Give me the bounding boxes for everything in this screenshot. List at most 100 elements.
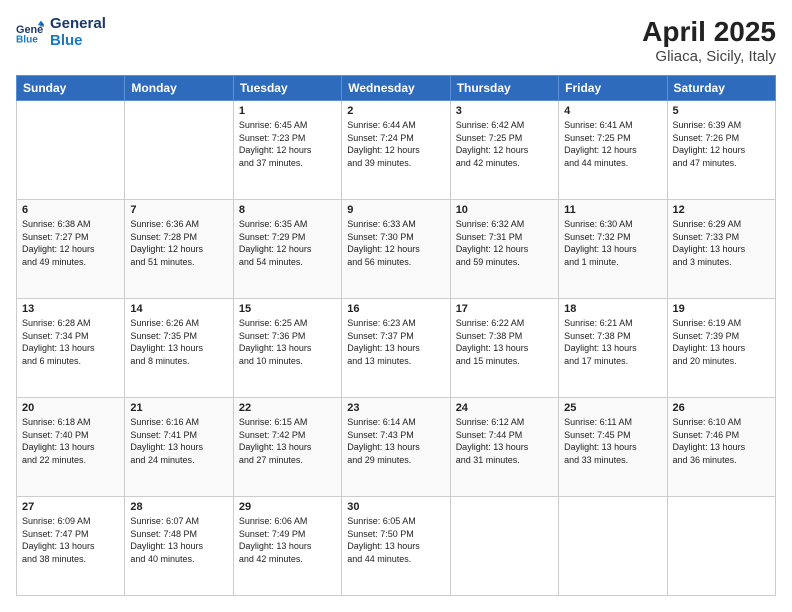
calendar-cell: 19Sunrise: 6:19 AM Sunset: 7:39 PM Dayli… bbox=[667, 299, 775, 398]
calendar-table: SundayMondayTuesdayWednesdayThursdayFrid… bbox=[16, 75, 776, 596]
calendar-week-row: 1 Sunrise: 6:45 AM Sunset: 7:23 PM Daylig… bbox=[17, 101, 776, 200]
day-info: Sunrise: 6:41 AM Sunset: 7:25 PM Dayligh… bbox=[564, 119, 661, 169]
day-info: Sunrise: 6:32 AM Sunset: 7:31 PM Dayligh… bbox=[456, 218, 553, 268]
calendar-cell: 11 Sunrise: 6:30 AM Sunset: 7:32 PM Dayli… bbox=[559, 200, 667, 299]
calendar-cell: 23Sunrise: 6:14 AM Sunset: 7:43 PM Dayli… bbox=[342, 398, 450, 497]
day-number: 14 bbox=[130, 303, 227, 315]
day-info: Sunrise: 6:42 AM Sunset: 7:25 PM Dayligh… bbox=[456, 119, 553, 169]
day-number: 24 bbox=[456, 402, 553, 414]
day-info: Sunrise: 6:05 AM Sunset: 7:50 PM Dayligh… bbox=[347, 515, 444, 565]
day-info: Sunrise: 6:12 AM Sunset: 7:44 PM Dayligh… bbox=[456, 416, 553, 466]
day-info: Sunrise: 6:07 AM Sunset: 7:48 PM Dayligh… bbox=[130, 515, 227, 565]
calendar-cell: 25Sunrise: 6:11 AM Sunset: 7:45 PM Dayli… bbox=[559, 398, 667, 497]
main-title: April 2025 bbox=[642, 16, 776, 48]
day-info: Sunrise: 6:30 AM Sunset: 7:32 PM Dayligh… bbox=[564, 218, 661, 268]
title-block: April 2025 Gliaca, Sicily, Italy bbox=[642, 16, 776, 65]
day-info: Sunrise: 6:39 AM Sunset: 7:26 PM Dayligh… bbox=[673, 119, 770, 169]
calendar-cell: 20Sunrise: 6:18 AM Sunset: 7:40 PM Dayli… bbox=[17, 398, 125, 497]
day-number: 7 bbox=[130, 204, 227, 216]
day-number: 15 bbox=[239, 303, 336, 315]
calendar-cell: 29 Sunrise: 6:06 AM Sunset: 7:49 PM Dayli… bbox=[233, 497, 341, 596]
calendar-cell: 21 Sunrise: 6:16 AM Sunset: 7:41 PM Dayli… bbox=[125, 398, 233, 497]
calendar-cell: 1 Sunrise: 6:45 AM Sunset: 7:23 PM Daylig… bbox=[233, 101, 341, 200]
calendar-cell bbox=[559, 497, 667, 596]
calendar-cell bbox=[125, 101, 233, 200]
calendar-cell: 26 Sunrise: 6:10 AM Sunset: 7:46 PM Dayli… bbox=[667, 398, 775, 497]
calendar-cell: 7 Sunrise: 6:36 AM Sunset: 7:28 PM Daylig… bbox=[125, 200, 233, 299]
day-number: 6 bbox=[22, 204, 119, 216]
calendar-cell bbox=[17, 101, 125, 200]
logo-icon: General Blue bbox=[16, 19, 44, 47]
calendar-cell: 10 Sunrise: 6:32 AM Sunset: 7:31 PM Dayli… bbox=[450, 200, 558, 299]
day-info: Sunrise: 6:06 AM Sunset: 7:49 PM Dayligh… bbox=[239, 515, 336, 565]
day-number: 2 bbox=[347, 105, 444, 117]
calendar-cell: 14 Sunrise: 6:26 AM Sunset: 7:35 PM Dayli… bbox=[125, 299, 233, 398]
calendar-cell: 30Sunrise: 6:05 AM Sunset: 7:50 PM Dayli… bbox=[342, 497, 450, 596]
day-number: 21 bbox=[130, 402, 227, 414]
day-info: Sunrise: 6:45 AM Sunset: 7:23 PM Dayligh… bbox=[239, 119, 336, 169]
day-info: Sunrise: 6:23 AM Sunset: 7:37 PM Dayligh… bbox=[347, 317, 444, 367]
day-info: Sunrise: 6:35 AM Sunset: 7:29 PM Dayligh… bbox=[239, 218, 336, 268]
day-number: 29 bbox=[239, 501, 336, 513]
day-info: Sunrise: 6:44 AM Sunset: 7:24 PM Dayligh… bbox=[347, 119, 444, 169]
page: General Blue General Blue April 2025 Gli… bbox=[0, 0, 792, 612]
day-number: 16 bbox=[347, 303, 444, 315]
calendar-cell: 17 Sunrise: 6:22 AM Sunset: 7:38 PM Dayli… bbox=[450, 299, 558, 398]
day-number: 27 bbox=[22, 501, 119, 513]
calendar-cell: 16 Sunrise: 6:23 AM Sunset: 7:37 PM Dayli… bbox=[342, 299, 450, 398]
day-number: 4 bbox=[564, 105, 661, 117]
weekday-header: Wednesday bbox=[342, 76, 450, 101]
calendar-cell: 22Sunrise: 6:15 AM Sunset: 7:42 PM Dayli… bbox=[233, 398, 341, 497]
day-number: 17 bbox=[456, 303, 553, 315]
calendar-cell: 18Sunrise: 6:21 AM Sunset: 7:38 PM Dayli… bbox=[559, 299, 667, 398]
weekday-header: Saturday bbox=[667, 76, 775, 101]
day-number: 12 bbox=[673, 204, 770, 216]
day-number: 10 bbox=[456, 204, 553, 216]
weekday-header: Sunday bbox=[17, 76, 125, 101]
weekday-header: Thursday bbox=[450, 76, 558, 101]
weekday-header: Tuesday bbox=[233, 76, 341, 101]
day-info: Sunrise: 6:33 AM Sunset: 7:30 PM Dayligh… bbox=[347, 218, 444, 268]
calendar-week-row: 27 Sunrise: 6:09 AM Sunset: 7:47 PM Dayli… bbox=[17, 497, 776, 596]
calendar-cell: 3 Sunrise: 6:42 AM Sunset: 7:25 PM Daylig… bbox=[450, 101, 558, 200]
day-info: Sunrise: 6:36 AM Sunset: 7:28 PM Dayligh… bbox=[130, 218, 227, 268]
calendar-week-row: 13 Sunrise: 6:28 AM Sunset: 7:34 PM Dayli… bbox=[17, 299, 776, 398]
day-number: 25 bbox=[564, 402, 661, 414]
calendar-cell: 15Sunrise: 6:25 AM Sunset: 7:36 PM Dayli… bbox=[233, 299, 341, 398]
day-number: 26 bbox=[673, 402, 770, 414]
day-info: Sunrise: 6:28 AM Sunset: 7:34 PM Dayligh… bbox=[22, 317, 119, 367]
calendar-cell: 12Sunrise: 6:29 AM Sunset: 7:33 PM Dayli… bbox=[667, 200, 775, 299]
logo: General Blue General Blue bbox=[16, 16, 106, 49]
calendar-cell: 24 Sunrise: 6:12 AM Sunset: 7:44 PM Dayli… bbox=[450, 398, 558, 497]
calendar-header-row: SundayMondayTuesdayWednesdayThursdayFrid… bbox=[17, 76, 776, 101]
weekday-header: Monday bbox=[125, 76, 233, 101]
day-number: 13 bbox=[22, 303, 119, 315]
calendar-cell: 9 Sunrise: 6:33 AM Sunset: 7:30 PM Daylig… bbox=[342, 200, 450, 299]
calendar-cell: 8Sunrise: 6:35 AM Sunset: 7:29 PM Daylig… bbox=[233, 200, 341, 299]
calendar-cell bbox=[667, 497, 775, 596]
day-info: Sunrise: 6:18 AM Sunset: 7:40 PM Dayligh… bbox=[22, 416, 119, 466]
logo-blue: Blue bbox=[50, 33, 106, 50]
day-number: 19 bbox=[673, 303, 770, 315]
day-info: Sunrise: 6:09 AM Sunset: 7:47 PM Dayligh… bbox=[22, 515, 119, 565]
day-number: 5 bbox=[673, 105, 770, 117]
day-number: 9 bbox=[347, 204, 444, 216]
day-number: 28 bbox=[130, 501, 227, 513]
day-number: 3 bbox=[456, 105, 553, 117]
calendar-cell: 27 Sunrise: 6:09 AM Sunset: 7:47 PM Dayli… bbox=[17, 497, 125, 596]
day-number: 1 bbox=[239, 105, 336, 117]
calendar-cell: 13 Sunrise: 6:28 AM Sunset: 7:34 PM Dayli… bbox=[17, 299, 125, 398]
day-number: 11 bbox=[564, 204, 661, 216]
day-info: Sunrise: 6:26 AM Sunset: 7:35 PM Dayligh… bbox=[130, 317, 227, 367]
calendar-week-row: 20Sunrise: 6:18 AM Sunset: 7:40 PM Dayli… bbox=[17, 398, 776, 497]
day-info: Sunrise: 6:10 AM Sunset: 7:46 PM Dayligh… bbox=[673, 416, 770, 466]
logo-general: General bbox=[50, 16, 106, 33]
day-info: Sunrise: 6:16 AM Sunset: 7:41 PM Dayligh… bbox=[130, 416, 227, 466]
subtitle: Gliaca, Sicily, Italy bbox=[642, 48, 776, 65]
day-number: 23 bbox=[347, 402, 444, 414]
calendar-cell: 4 Sunrise: 6:41 AM Sunset: 7:25 PM Daylig… bbox=[559, 101, 667, 200]
day-info: Sunrise: 6:38 AM Sunset: 7:27 PM Dayligh… bbox=[22, 218, 119, 268]
calendar-cell: 5 Sunrise: 6:39 AM Sunset: 7:26 PM Daylig… bbox=[667, 101, 775, 200]
calendar-week-row: 6 Sunrise: 6:38 AM Sunset: 7:27 PM Daylig… bbox=[17, 200, 776, 299]
day-info: Sunrise: 6:22 AM Sunset: 7:38 PM Dayligh… bbox=[456, 317, 553, 367]
